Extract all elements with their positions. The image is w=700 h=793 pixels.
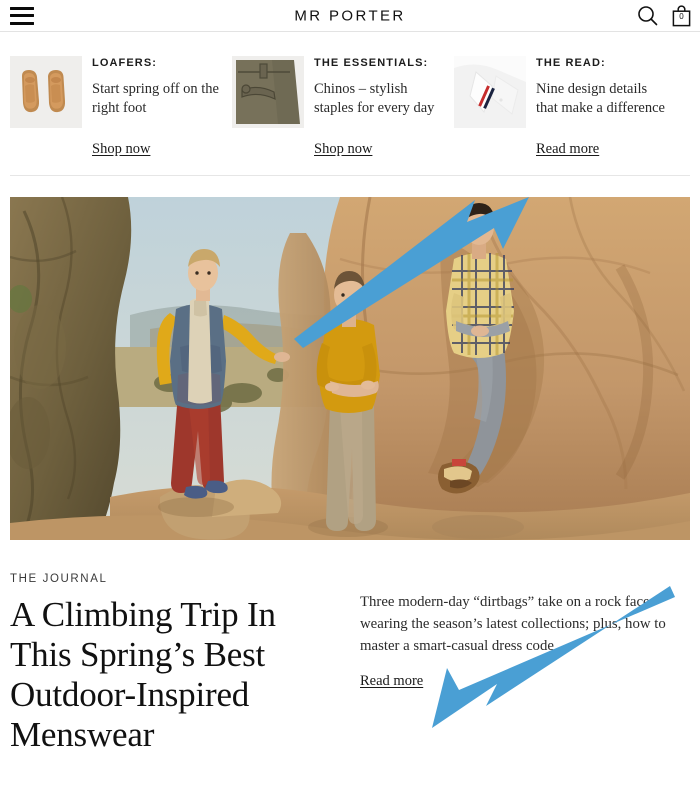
header-actions: 0: [637, 4, 691, 27]
bag-wrap: 0: [672, 4, 691, 27]
section-divider: [10, 175, 690, 176]
promo-link-cell: Shop now: [232, 140, 454, 158]
bag-count-badge: 0: [679, 11, 684, 21]
promo-card-the-read[interactable]: THE READ: Nine design details that make …: [454, 56, 676, 128]
shirt-collar-thumbnail[interactable]: [454, 56, 526, 128]
promo-card-loafers[interactable]: LOAFERS: Start spring off on the right f…: [10, 56, 232, 128]
search-icon[interactable]: [637, 5, 658, 26]
promo-text: THE ESSENTIALS: Chinos – stylish staples…: [314, 56, 444, 128]
promo-description: Start spring off on the right foot: [92, 81, 219, 116]
essentials-shop-now-link[interactable]: Shop now: [314, 141, 372, 158]
promo-text: THE READ: Nine design details that make …: [536, 56, 666, 128]
promo-link-cell: Read more: [454, 140, 676, 158]
hero-image[interactable]: [10, 197, 690, 540]
brand-logo[interactable]: MR PORTER: [0, 7, 700, 24]
mr-porter-homepage: MR PORTER 0 LOAFERS: Start spring off on…: [0, 0, 700, 793]
loafers-shop-now-link[interactable]: Shop now: [92, 141, 150, 158]
site-header: MR PORTER 0: [0, 0, 700, 32]
chinos-thumbnail[interactable]: [232, 56, 304, 128]
promo-strip: LOAFERS: Start spring off on the right f…: [0, 32, 700, 128]
promo-description: Chinos – stylish staples for every day: [314, 81, 435, 116]
promo-text: LOAFERS: Start spring off on the right f…: [92, 56, 222, 128]
journal-eyebrow: THE JOURNAL: [10, 573, 108, 585]
promo-link-cell: Shop now: [10, 140, 232, 158]
journal-standfirst: Three modern-day “dirtbags” take on a ro…: [360, 594, 666, 654]
promo-kicker: THE READ:: [536, 57, 606, 69]
journal-right-column: Three modern-day “dirtbags” take on a ro…: [340, 573, 690, 755]
journal-headline[interactable]: A Climbing Trip In This Spring’s Best Ou…: [10, 595, 340, 755]
journal-left-column: THE JOURNAL A Climbing Trip In This Spri…: [10, 573, 340, 755]
journal-section: THE JOURNAL A Climbing Trip In This Spri…: [10, 573, 690, 755]
shopping-bag-icon[interactable]: 0: [672, 4, 691, 27]
promo-kicker: THE ESSENTIALS:: [314, 57, 429, 69]
the-read-read-more-link[interactable]: Read more: [536, 141, 599, 158]
promo-links-row: Shop now Shop now Read more: [0, 140, 700, 158]
journal-link-wrap: Read more: [360, 672, 690, 690]
promo-description: Nine design details that make a differen…: [536, 81, 665, 116]
journal-read-more-link[interactable]: Read more: [360, 673, 423, 690]
promo-kicker: LOAFERS:: [92, 57, 158, 69]
promo-card-essentials[interactable]: THE ESSENTIALS: Chinos – stylish staples…: [232, 56, 454, 128]
loafers-thumbnail[interactable]: [10, 56, 82, 128]
